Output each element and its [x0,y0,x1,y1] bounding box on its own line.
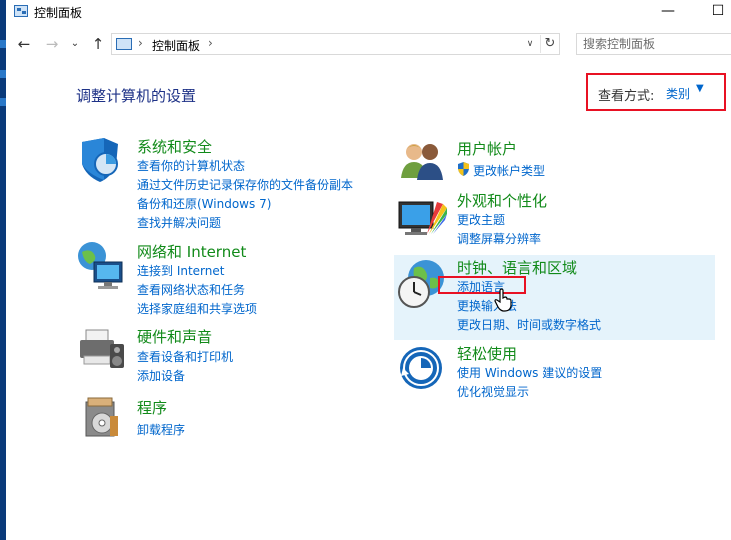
category-appearance[interactable]: 外观和个性化 [457,190,547,211]
link-change-date-time-format[interactable]: 更改日期、时间或数字格式 [457,316,601,333]
shield-icon[interactable] [76,136,132,186]
maximize-button[interactable]: ☐ [700,0,731,24]
title-bar: 控制面板 — ☐ [6,0,731,26]
search-input[interactable] [583,36,723,52]
link-change-theme[interactable]: 更改主题 [457,211,505,228]
link-troubleshoot[interactable]: 查找并解决问题 [137,214,221,231]
breadcrumb-chevron-icon[interactable]: › [208,36,213,50]
link-add-device[interactable]: 添加设备 [137,367,185,384]
link-connect-internet[interactable]: 连接到 Internet [137,262,224,279]
link-view-computer-status[interactable]: 查看你的计算机状态 [137,157,245,174]
category-user-accounts[interactable]: 用户帐户 [457,138,517,159]
address-dropdown-icon[interactable]: ∨ [522,35,538,53]
category-network-internet[interactable]: 网络和 Internet [137,241,246,262]
users-icon[interactable] [399,140,455,190]
minimize-button[interactable]: — [650,0,686,24]
link-uninstall-program[interactable]: 卸载程序 [137,421,185,438]
ease-of-access-icon[interactable] [399,346,455,396]
category-programs[interactable]: 程序 [137,397,167,418]
appearance-monitor-icon[interactable] [397,194,453,244]
up-arrow-icon[interactable]: ↑ [87,33,109,55]
category-system-security[interactable]: 系统和安全 [137,136,212,157]
back-arrow-icon[interactable]: ← [13,33,35,55]
printer-icon[interactable] [76,326,132,376]
view-by-label: 查看方式: [598,89,655,104]
link-backup-restore[interactable]: 备份和还原(Windows 7) [137,195,271,212]
link-network-status[interactable]: 查看网络状态和任务 [137,281,245,298]
window-title: 控制面板 [34,6,83,20]
network-globe-icon[interactable] [76,240,132,290]
category-clock-language-region[interactable]: 时钟、语言和区域 [457,257,577,278]
desktop-edge [0,0,6,540]
address-bar[interactable]: › 控制面板 › ∨ ↻ [111,33,560,55]
breadcrumb-control-panel[interactable]: 控制面板 [152,37,200,54]
link-screen-resolution[interactable]: 调整屏幕分辨率 [457,230,541,247]
link-homegroup-sharing[interactable]: 选择家庭组和共享选项 [137,300,257,317]
view-by-highlight: 查看方式: 类别 ▼ [586,73,726,111]
link-windows-recommended-settings[interactable]: 使用 Windows 建议的设置 [457,364,602,381]
search-box[interactable] [576,33,731,55]
category-hardware-sound[interactable]: 硬件和声音 [137,326,212,347]
control-panel-icon [14,5,28,17]
link-devices-printers[interactable]: 查看设备和打印机 [137,348,233,365]
link-change-account-type[interactable]: 更改帐户类型 [473,162,545,179]
category-ease-of-access[interactable]: 轻松使用 [457,343,517,364]
view-by-dropdown[interactable]: 类别 [666,85,690,102]
refresh-icon[interactable]: ↻ [540,35,559,53]
control-panel-icon [116,38,132,50]
hand-cursor-icon [494,288,514,312]
caret-down-icon[interactable]: ▼ [696,83,704,94]
recent-dropdown-icon[interactable]: ⌄ [64,33,86,55]
page-title: 调整计算机的设置 [76,87,197,105]
breadcrumb-chevron-icon[interactable]: › [138,36,143,50]
forward-arrow-icon[interactable]: → [41,33,63,55]
link-file-history-backup[interactable]: 通过文件历史记录保存你的文件备份副本 [137,176,353,193]
link-optimize-visual-display[interactable]: 优化视觉显示 [457,383,529,400]
programs-box-icon[interactable] [80,396,136,446]
uac-shield-icon [457,162,470,176]
